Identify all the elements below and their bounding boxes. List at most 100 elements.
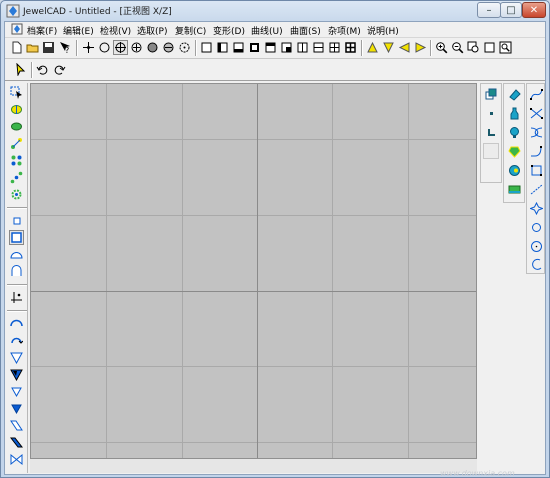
client-area: 档案(F) 编辑(E) 检视(V) 选取(P) 复制(C) 变形(D) 曲线(U… — [4, 21, 546, 478]
multi-dot-icon[interactable] — [9, 153, 24, 168]
minimize-button[interactable]: – — [477, 2, 501, 18]
menu-select[interactable]: 选取(P) — [137, 24, 167, 37]
square-filled-icon[interactable] — [247, 40, 262, 55]
pointer-icon[interactable] — [13, 62, 28, 77]
arch-icon[interactable] — [9, 264, 24, 279]
blank-icon[interactable] — [483, 143, 499, 159]
watermark-text: www.downxia.com — [440, 469, 515, 478]
maximize-icon: □ — [506, 4, 516, 16]
menu-help[interactable]: 说明(H) — [367, 24, 399, 37]
rect-v-split-icon[interactable] — [295, 40, 310, 55]
copy-frame-icon[interactable] — [483, 86, 499, 102]
rect-h-split-icon[interactable] — [311, 40, 326, 55]
arch-arrow-icon[interactable] — [9, 333, 24, 348]
menu-deform[interactable]: 变形(D) — [213, 24, 245, 37]
menu-copy[interactable]: 复制(C) — [175, 24, 206, 37]
curve-nodes-icon[interactable] — [528, 86, 544, 102]
ring-icon[interactable] — [506, 181, 522, 197]
curve-bend-icon[interactable] — [528, 143, 544, 159]
select-pick-icon[interactable] — [9, 85, 24, 100]
square-corner-icon[interactable] — [279, 40, 294, 55]
menu-view[interactable]: 检视(V) — [100, 24, 131, 37]
corner-icon[interactable] — [483, 124, 499, 140]
zoom-frame-icon[interactable] — [482, 40, 497, 55]
circle-plus-icon[interactable] — [129, 40, 144, 55]
circle-icon[interactable] — [97, 40, 112, 55]
ellipse-icon[interactable] — [9, 119, 24, 134]
dome-icon[interactable] — [9, 247, 24, 262]
nodes-icon[interactable] — [9, 136, 24, 151]
triangle-right-icon[interactable] — [413, 40, 428, 55]
triangle-down-blue-icon[interactable] — [9, 401, 24, 416]
triangle-down-icon[interactable] — [381, 40, 396, 55]
triangle-down-outline-icon[interactable] — [9, 350, 24, 365]
help-cursor-icon[interactable]: ? — [57, 40, 72, 55]
menu-edit[interactable]: 编辑(E) — [63, 24, 94, 37]
small-rect-icon[interactable] — [9, 213, 24, 228]
gem-icon[interactable] — [506, 143, 522, 159]
square-bottom-icon[interactable] — [231, 40, 246, 55]
triangle-down-filled-icon[interactable] — [9, 367, 24, 382]
square-icon[interactable] — [199, 40, 214, 55]
slant-bar-icon[interactable] — [9, 435, 24, 450]
arc-icon[interactable] — [9, 316, 24, 331]
open-folder-icon[interactable] — [25, 40, 40, 55]
app-window: JewelCAD - Untitled - [正视图 X/Z] – □ ✕ 档案… — [0, 0, 550, 478]
toolbar-separator — [195, 40, 197, 56]
rect-outline-icon[interactable] — [9, 230, 24, 245]
secondary-toolbar — [5, 60, 545, 81]
circle-dotted-icon[interactable] — [177, 40, 192, 55]
jewelcad-app-icon — [6, 4, 20, 18]
curve-swap-icon[interactable] — [528, 105, 544, 121]
eraser-icon[interactable] — [506, 86, 522, 102]
triangle-up-icon[interactable] — [365, 40, 380, 55]
menu-curve[interactable]: 曲线(U) — [251, 24, 283, 37]
save-icon[interactable] — [41, 40, 56, 55]
disc-icon[interactable] — [506, 162, 522, 178]
bowtie-icon[interactable] — [9, 452, 24, 467]
square-left-icon[interactable] — [215, 40, 230, 55]
curve-loop-icon[interactable] — [528, 124, 544, 140]
right-toolbar-1 — [480, 83, 502, 183]
arc-curve-icon[interactable] — [528, 256, 544, 272]
curve-star-icon[interactable] — [528, 200, 544, 216]
align-ellipse-icon[interactable] — [9, 102, 24, 117]
minimize-icon: – — [486, 4, 492, 16]
redo-icon[interactable] — [52, 62, 67, 77]
zoom-in-icon[interactable] — [434, 40, 449, 55]
undo-icon[interactable] — [35, 62, 50, 77]
curve-frame-icon[interactable] — [528, 162, 544, 178]
circle-large-icon[interactable] — [528, 238, 544, 254]
new-file-icon[interactable] — [9, 40, 24, 55]
parallelogram-icon[interactable] — [9, 418, 24, 433]
menu-misc[interactable]: 杂项(M) — [328, 24, 361, 37]
circle-outline-icon[interactable] — [528, 219, 544, 235]
zoom-fit-icon[interactable] — [498, 40, 513, 55]
menu-surface[interactable]: 曲面(S) — [290, 24, 321, 37]
maximize-button[interactable]: □ — [500, 2, 522, 18]
triangle-down-small-icon[interactable] — [9, 384, 24, 399]
square-top-icon[interactable] — [263, 40, 278, 55]
gear-icon[interactable] — [9, 187, 24, 202]
front-view-viewport[interactable] — [30, 83, 477, 459]
document-menu-icon[interactable] — [11, 23, 23, 35]
toolbar-separator — [76, 40, 78, 56]
bottle-icon[interactable] — [506, 105, 522, 121]
grid-bold-icon[interactable] — [343, 40, 358, 55]
filled-circle-icon[interactable] — [145, 40, 160, 55]
circle-cross-icon[interactable] — [113, 40, 128, 55]
title-bar[interactable]: JewelCAD - Untitled - [正视图 X/Z] – □ ✕ — [1, 1, 549, 21]
close-button[interactable]: ✕ — [522, 2, 546, 18]
triangle-left-icon[interactable] — [397, 40, 412, 55]
diagonal-dots-icon[interactable] — [9, 170, 24, 185]
axis-point-icon[interactable] — [9, 290, 24, 305]
bulb-icon[interactable] — [506, 124, 522, 140]
menu-file[interactable]: 档案(F) — [27, 24, 57, 37]
dot-icon[interactable] — [483, 105, 499, 121]
grid-icon[interactable] — [327, 40, 342, 55]
circle-minus-icon[interactable] — [161, 40, 176, 55]
curve-line-icon[interactable] — [528, 181, 544, 197]
zoom-out-icon[interactable] — [450, 40, 465, 55]
point-cross-icon[interactable] — [81, 40, 96, 55]
zoom-window-icon[interactable] — [466, 40, 481, 55]
